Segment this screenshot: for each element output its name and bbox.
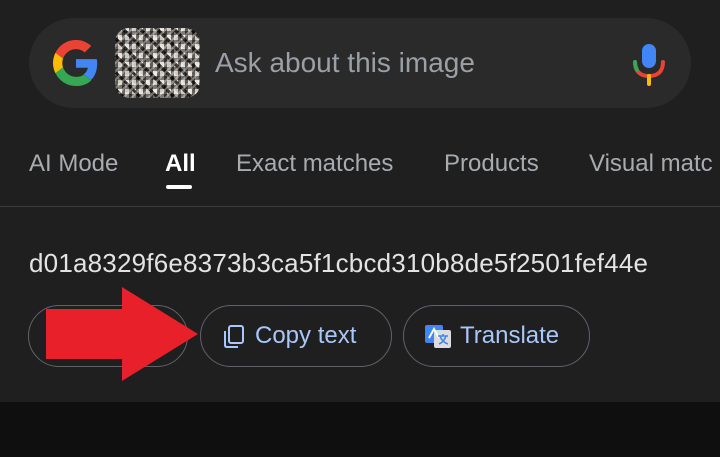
red-arrow-icon — [46, 287, 198, 381]
translate-label: Translate — [460, 322, 560, 349]
active-tab-indicator — [166, 185, 192, 189]
translate-button[interactable]: Translate — [403, 305, 590, 367]
search-bar[interactable] — [29, 18, 691, 108]
mic-icon[interactable] — [629, 42, 669, 86]
tab-visual-matches[interactable]: Visual matc — [589, 150, 713, 178]
tab-all[interactable]: All — [165, 150, 196, 178]
tab-products[interactable]: Products — [444, 150, 539, 178]
copy-text-button[interactable]: Copy text — [200, 305, 392, 367]
copy-icon — [224, 325, 244, 348]
tabs-divider — [0, 206, 720, 207]
detected-text[interactable]: d01a8329f6e8373b3ca5f1cbcd310b8de5f2501f… — [29, 248, 692, 279]
app-window: AI Mode All Exact matches Products Visua… — [0, 0, 720, 402]
search-tabs: AI Mode All Exact matches Products Visua… — [0, 130, 720, 206]
query-image-thumbnail[interactable] — [115, 28, 200, 98]
bottom-area — [0, 402, 720, 457]
tab-ai-mode[interactable]: AI Mode — [29, 150, 118, 178]
tab-exact-matches[interactable]: Exact matches — [236, 150, 393, 178]
search-input[interactable] — [215, 44, 615, 82]
google-g-icon — [53, 40, 98, 86]
translate-icon — [425, 325, 451, 348]
copy-text-label: Copy text — [255, 322, 357, 349]
